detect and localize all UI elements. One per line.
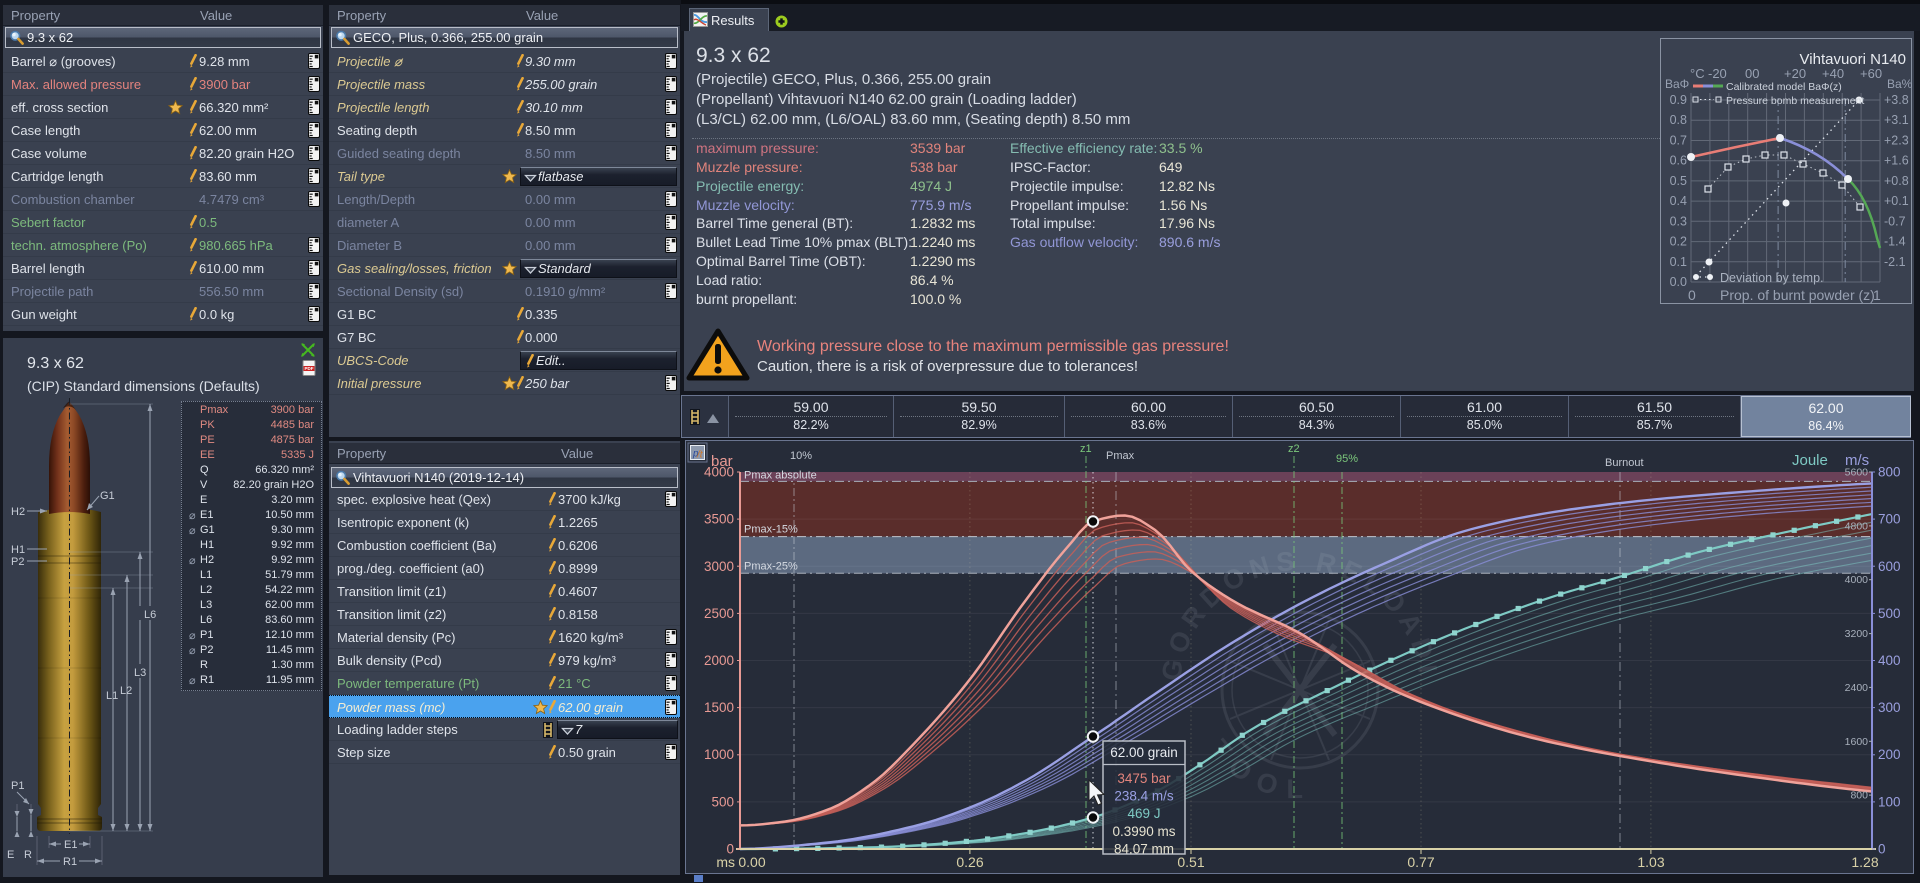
- svg-text:0.6: 0.6: [1670, 154, 1687, 168]
- svg-text:+60: +60: [1860, 66, 1882, 81]
- svg-text:300: 300: [1878, 700, 1901, 715]
- svg-text:0: 0: [1688, 287, 1696, 303]
- svg-text:z2: z2: [1288, 443, 1300, 455]
- svg-text:Vihtavuori N140: Vihtavuori N140: [1800, 51, 1906, 68]
- svg-text:ms: ms: [716, 854, 735, 870]
- svg-text:0.3990 ms: 0.3990 ms: [1112, 824, 1175, 839]
- svg-text:4800: 4800: [1845, 520, 1869, 532]
- svg-text:P1: P1: [11, 780, 24, 792]
- svg-text:-20: -20: [1708, 66, 1727, 81]
- svg-text:Pmax absolute: Pmax absolute: [744, 469, 817, 481]
- svg-text:+40: +40: [1822, 66, 1844, 81]
- svg-text:E: E: [7, 849, 14, 861]
- svg-text:G1: G1: [100, 490, 115, 502]
- svg-text:0.26: 0.26: [956, 854, 983, 870]
- svg-text:3500: 3500: [704, 512, 734, 527]
- svg-text:Deviation by temp.: Deviation by temp.: [1720, 271, 1824, 285]
- svg-text:0.51: 0.51: [1177, 854, 1204, 870]
- svg-text:E1: E1: [64, 839, 77, 851]
- svg-text:R1: R1: [63, 856, 77, 868]
- svg-text:0.8: 0.8: [1670, 113, 1687, 127]
- svg-text:Calibrated model BaΦ(z): Calibrated model BaΦ(z): [1726, 81, 1842, 93]
- svg-text:2000: 2000: [704, 653, 734, 668]
- svg-text:0.7: 0.7: [1670, 134, 1687, 148]
- svg-text:-0.7: -0.7: [1884, 214, 1906, 228]
- svg-text:500: 500: [711, 794, 734, 809]
- svg-text:+3.8: +3.8: [1884, 93, 1909, 107]
- svg-text:100: 100: [1878, 794, 1901, 809]
- svg-text:Prop. of burnt powder (z): Prop. of burnt powder (z): [1720, 287, 1875, 303]
- svg-text:Pmax-15%: Pmax-15%: [744, 524, 798, 536]
- svg-text:H1: H1: [11, 544, 25, 556]
- svg-text:Pmax: Pmax: [1106, 450, 1135, 462]
- svg-text:0.9: 0.9: [1670, 93, 1687, 107]
- svg-text:400: 400: [1878, 653, 1901, 668]
- svg-text:95%: 95%: [1336, 453, 1358, 465]
- svg-text:800: 800: [1850, 790, 1868, 802]
- svg-text:+2.3: +2.3: [1884, 134, 1909, 148]
- svg-text:BaΦ: BaΦ: [1665, 77, 1689, 91]
- svg-text:L1: L1: [106, 690, 118, 702]
- svg-text:1500: 1500: [704, 700, 734, 715]
- svg-text:2400: 2400: [1845, 682, 1869, 694]
- svg-text:238.4 m/s: 238.4 m/s: [1114, 789, 1174, 804]
- svg-text:P2: P2: [11, 556, 24, 568]
- svg-text:800: 800: [1878, 465, 1901, 480]
- svg-text:3000: 3000: [704, 559, 734, 574]
- svg-text:+0.8: +0.8: [1884, 174, 1909, 188]
- svg-text:0.77: 0.77: [1407, 854, 1434, 870]
- svg-text:3475 bar: 3475 bar: [1117, 771, 1171, 786]
- svg-text:3200: 3200: [1845, 628, 1869, 640]
- svg-text:0: 0: [1878, 842, 1886, 857]
- svg-text:-1.4: -1.4: [1884, 235, 1906, 249]
- svg-text:500: 500: [1878, 606, 1901, 621]
- svg-text:0.1: 0.1: [1670, 255, 1687, 269]
- svg-text:Ba%: Ba%: [1887, 77, 1912, 91]
- svg-text:1600: 1600: [1845, 736, 1869, 748]
- svg-text:+20: +20: [1784, 66, 1806, 81]
- svg-text:z1: z1: [1080, 443, 1092, 455]
- svg-text:0.0: 0.0: [1670, 275, 1687, 289]
- svg-text:84.07 mm: 84.07 mm: [1114, 841, 1174, 856]
- svg-text:1.28: 1.28: [1851, 854, 1878, 870]
- svg-text:4000: 4000: [1845, 574, 1869, 586]
- svg-text:Pressure bomb measurement: Pressure bomb measurement: [1726, 95, 1864, 107]
- svg-text:62.00 grain: 62.00 grain: [1110, 745, 1178, 760]
- svg-text:1: 1: [1873, 287, 1881, 303]
- svg-text:m/s: m/s: [1845, 452, 1869, 469]
- svg-text:2500: 2500: [704, 606, 734, 621]
- svg-text:1000: 1000: [704, 747, 734, 762]
- svg-text:+3.1: +3.1: [1884, 113, 1909, 127]
- svg-text:0.2: 0.2: [1670, 235, 1687, 249]
- svg-text:10%: 10%: [790, 450, 812, 462]
- svg-text:H2: H2: [11, 506, 25, 518]
- svg-text:L3: L3: [134, 667, 146, 679]
- svg-text:0.3: 0.3: [1670, 214, 1687, 228]
- svg-text:Pmax-25%: Pmax-25%: [744, 560, 798, 572]
- svg-text:469 J: 469 J: [1127, 806, 1160, 821]
- svg-text:0.00: 0.00: [738, 854, 765, 870]
- svg-text:Burnout: Burnout: [1605, 457, 1644, 469]
- svg-text:bar: bar: [711, 453, 733, 470]
- svg-text:L6: L6: [144, 609, 156, 621]
- svg-text:R: R: [24, 849, 32, 861]
- svg-text:°C: °C: [1690, 66, 1705, 81]
- svg-text:+1.6: +1.6: [1884, 154, 1909, 168]
- svg-text:00: 00: [1745, 66, 1759, 81]
- svg-text:700: 700: [1878, 512, 1901, 527]
- svg-text:200: 200: [1878, 747, 1901, 762]
- svg-text:0.5: 0.5: [1670, 174, 1687, 188]
- svg-text:Joule: Joule: [1792, 452, 1828, 469]
- svg-text:0.4: 0.4: [1670, 194, 1687, 208]
- svg-text:-2.1: -2.1: [1884, 255, 1906, 269]
- svg-text:+0.1: +0.1: [1884, 194, 1909, 208]
- svg-text:600: 600: [1878, 559, 1901, 574]
- svg-text:L2: L2: [120, 685, 132, 697]
- svg-text:1.03: 1.03: [1637, 854, 1664, 870]
